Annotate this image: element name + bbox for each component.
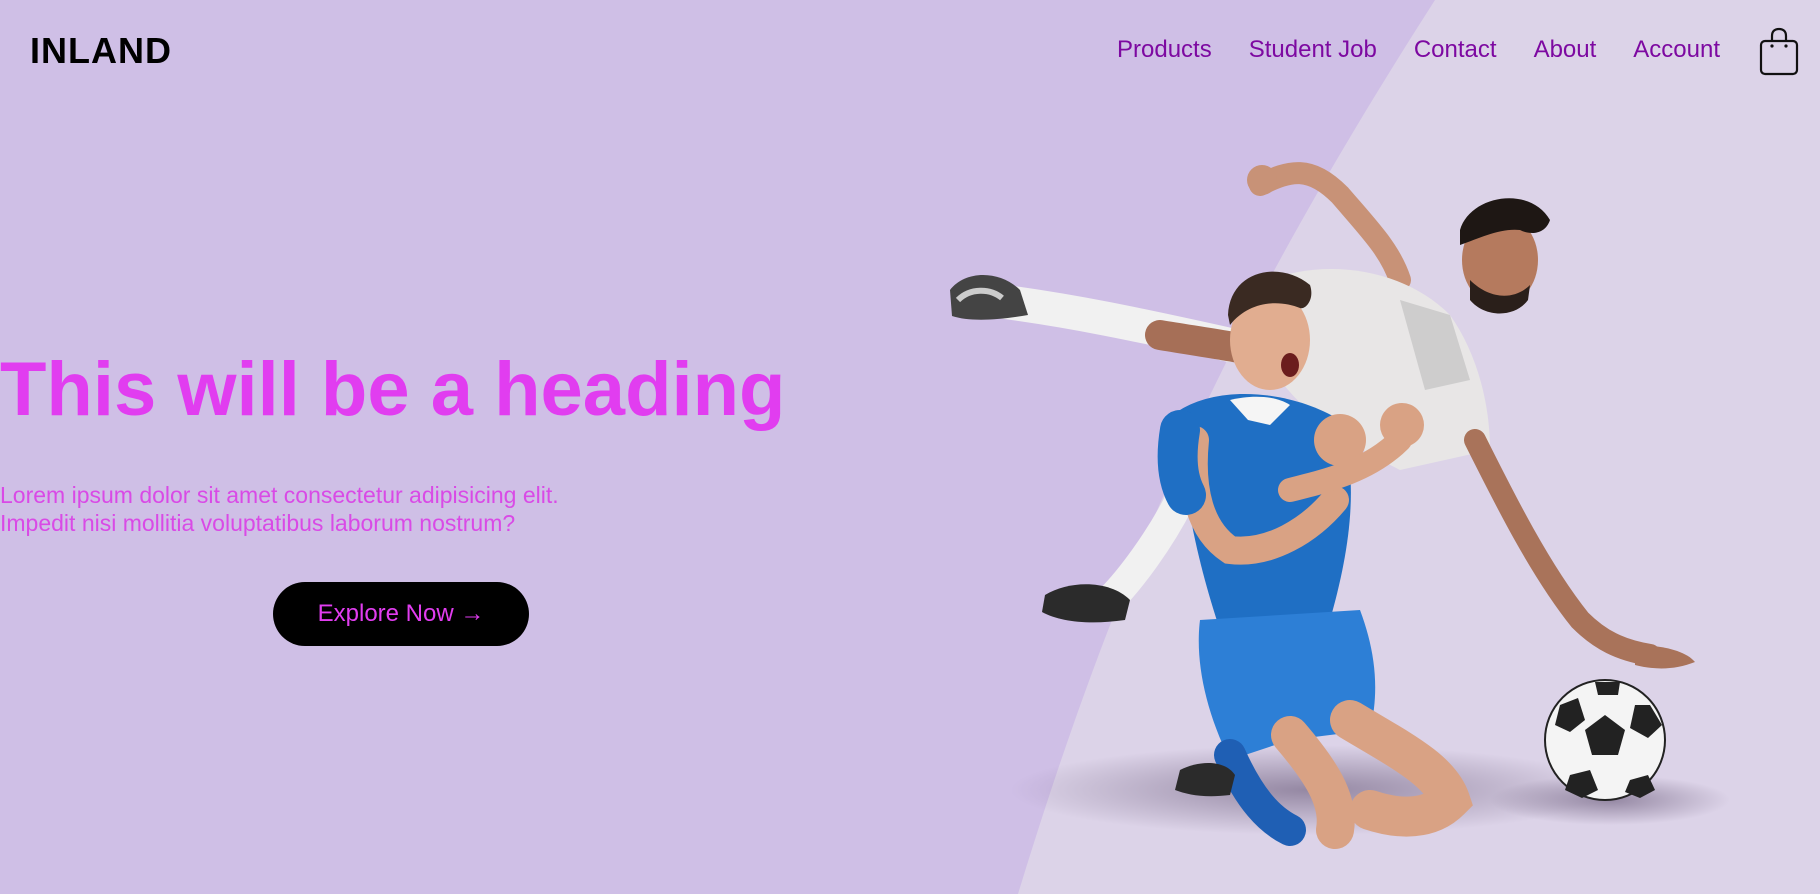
shopping-bag-icon[interactable] — [1758, 27, 1800, 77]
soccer-ball — [1544, 679, 1666, 801]
hero-subtitle: Lorem ipsum dolor sit amet consectetur a… — [0, 481, 640, 537]
hero-heading: This will be a heading — [0, 347, 786, 432]
nav-link-about[interactable]: About — [1534, 36, 1597, 64]
brand-logo[interactable]: INLAND — [30, 30, 172, 72]
nav-link-products[interactable]: Products — [1117, 36, 1212, 64]
hero-subtitle-line-1: Lorem ipsum dolor sit amet consectetur a… — [0, 482, 559, 508]
nav-link-account[interactable]: Account — [1633, 36, 1720, 64]
nav-link-student-job[interactable]: Student Job — [1249, 36, 1377, 64]
explore-now-button[interactable]: Explore Now → — [273, 582, 529, 646]
top-navbar: INLAND Products Student Job Contact Abou… — [0, 0, 1820, 106]
soccer-players-image — [950, 162, 1730, 849]
nav-link-contact[interactable]: Contact — [1414, 36, 1497, 64]
main-nav: Products Student Job Contact About Accou… — [1117, 36, 1720, 64]
hero-subtitle-line-2: Impedit nisi mollitia voluptatibus labor… — [0, 510, 516, 536]
